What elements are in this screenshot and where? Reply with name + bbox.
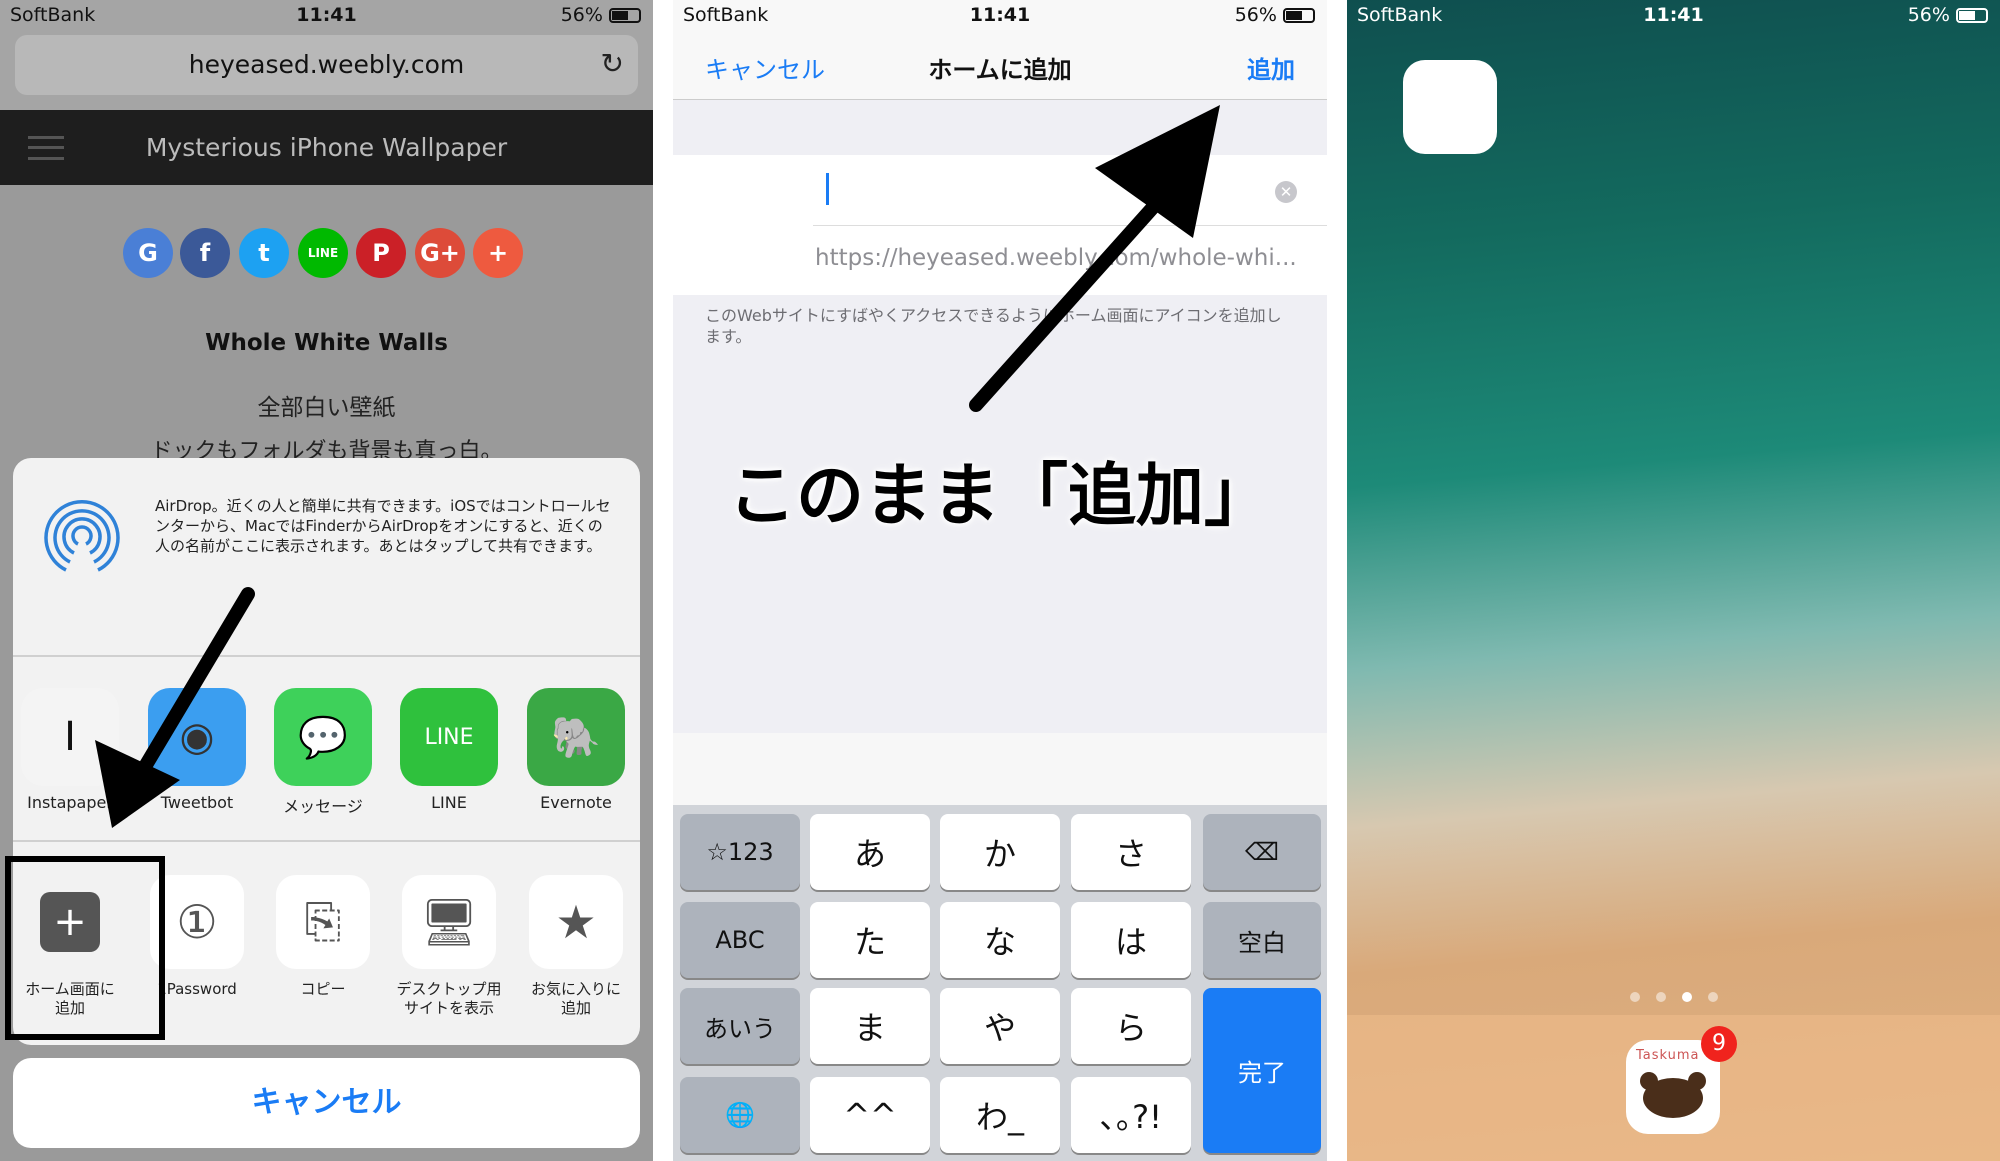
home-screen: SoftBank 11:41 56% Taskuma 9 <box>1347 0 2000 1161</box>
app-label: Taskuma <box>1636 1048 1700 1063</box>
page-dot[interactable] <box>1630 992 1640 1002</box>
page-dot[interactable] <box>1656 992 1666 1002</box>
battery: 56% <box>1908 4 1988 26</box>
arrow-annotation <box>95 587 255 828</box>
safari-share-sheet-screen: SoftBank 11:41 56% heyeased.weebly.com ↻… <box>0 0 653 1161</box>
notification-badge: 9 <box>1701 1026 1737 1062</box>
page-dot[interactable] <box>1682 992 1692 1002</box>
add-to-home-screen: SoftBank 11:41 56% キャンセル ホームに追加 追加 ✕ htt… <box>673 0 1327 1161</box>
white-app-icon[interactable] <box>1403 60 1497 154</box>
arrow-annotation <box>969 105 1220 412</box>
battery-icon <box>1956 8 1988 23</box>
status-bar: SoftBank 11:41 56% <box>1347 0 2000 30</box>
clock: 11:41 <box>1643 4 1704 26</box>
page-dot[interactable] <box>1708 992 1718 1002</box>
